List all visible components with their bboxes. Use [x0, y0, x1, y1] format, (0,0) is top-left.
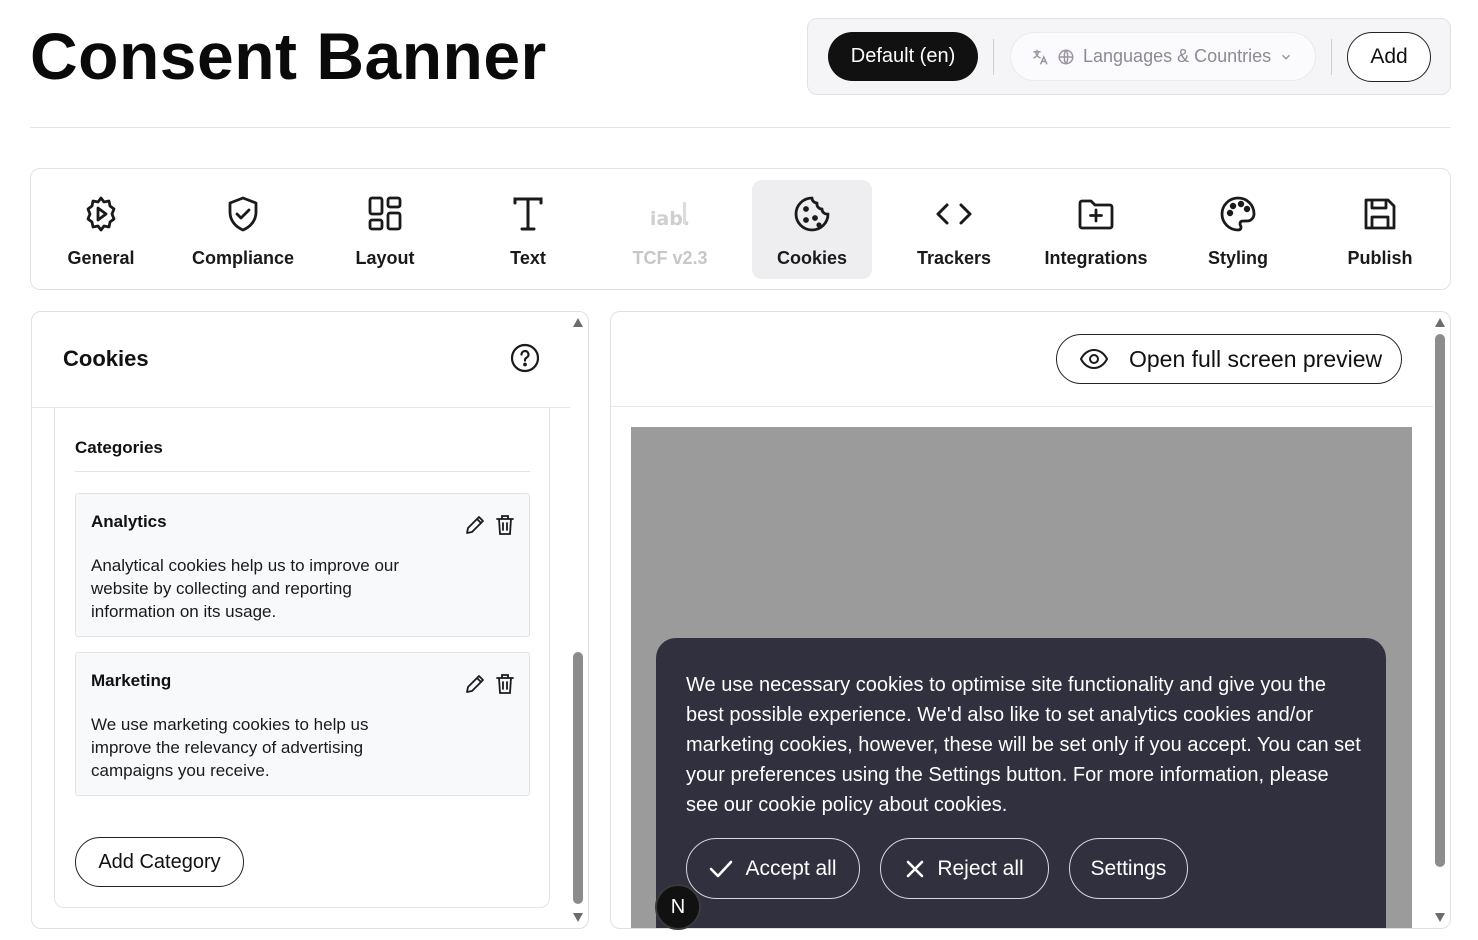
tab-publish[interactable]: Publish — [1320, 180, 1440, 279]
tab-trackers[interactable]: Trackers — [894, 180, 1014, 279]
header-divider — [30, 127, 1451, 128]
palette-icon — [1220, 196, 1256, 232]
tab-label: Text — [510, 248, 546, 268]
scroll-thumb[interactable] — [573, 652, 583, 904]
pencil-icon[interactable] — [464, 514, 486, 536]
pencil-icon[interactable] — [464, 673, 486, 695]
reject-all-label: Reject all — [937, 856, 1024, 880]
tab-general[interactable]: General — [41, 180, 161, 279]
tab-integrations[interactable]: Integrations — [1036, 180, 1156, 279]
languages-countries-label: Languages & Countries — [1083, 46, 1272, 66]
iab-logo-icon: iab. — [650, 202, 690, 230]
scroll-thumb[interactable] — [1435, 334, 1445, 867]
shield-check-icon — [228, 196, 258, 232]
tab-label: TCF v2.3 — [632, 248, 708, 268]
trash-icon[interactable] — [495, 514, 515, 536]
reject-all-button[interactable]: Reject all — [880, 838, 1049, 899]
banner-message: We use necessary cookies to optimise sit… — [686, 674, 1361, 816]
tab-layout[interactable]: Layout — [325, 180, 445, 279]
gear-play-icon — [86, 196, 116, 232]
tab-compliance[interactable]: Compliance — [183, 180, 303, 279]
translate-icon — [1033, 49, 1048, 64]
tab-cookies[interactable]: Cookies — [752, 180, 872, 279]
languages-countries-select[interactable]: Languages & Countries — [1010, 32, 1316, 81]
tab-label: Publish — [1347, 248, 1413, 268]
tab-tcf[interactable]: iab. TCF v2.3 — [610, 180, 730, 279]
category-name: Analytics — [91, 512, 167, 531]
preview-header: Open full screen preview — [611, 312, 1433, 407]
default-language-button[interactable]: Default (en) — [828, 32, 978, 81]
text-icon — [513, 197, 543, 231]
preview-button-label: Open full screen preview — [1129, 345, 1383, 372]
categories-heading: Categories — [75, 438, 163, 457]
scroll-up-arrow[interactable] — [573, 318, 583, 327]
tab-label: Cookies — [776, 248, 848, 268]
category-description: We use marketing cookies to help us impr… — [91, 715, 369, 780]
scrollbar[interactable] — [1433, 312, 1447, 928]
check-icon — [710, 860, 733, 877]
category-name: Marketing — [91, 671, 172, 690]
tab-label: Compliance — [191, 248, 295, 268]
consent-banner: We use necessary cookies to optimise sit… — [656, 638, 1386, 928]
save-icon — [1364, 198, 1396, 230]
chevron-down-icon — [1282, 54, 1291, 60]
language-bar: Default (en) Languages & Countries Add — [807, 18, 1451, 95]
tab-label: Trackers — [916, 248, 992, 268]
divider — [75, 471, 530, 472]
tab-text[interactable]: Text — [468, 180, 588, 279]
layout-grid-icon — [368, 196, 402, 231]
panel-title: Cookies — [63, 346, 149, 371]
n-badge[interactable]: N — [655, 884, 701, 930]
cookie-icon — [794, 196, 830, 232]
preview-panel: Open full screen preview We use necessar… — [610, 311, 1451, 929]
scroll-up-arrow[interactable] — [1435, 318, 1445, 327]
close-icon — [907, 860, 924, 877]
add-category-button[interactable]: Add Category — [75, 837, 244, 887]
category-item: Analytics Analytical cookies help us to … — [75, 493, 530, 637]
help-icon[interactable] — [510, 343, 540, 373]
tab-label: Styling — [1207, 248, 1268, 268]
settings-tabs: General Compliance Layout Text iab. TCF … — [30, 168, 1451, 290]
cookies-panel-header: Cookies — [32, 312, 570, 408]
code-icon — [936, 203, 972, 225]
accept-all-button[interactable]: Accept all — [686, 838, 860, 899]
cookies-panel: Cookies Categories Analytics Analytical … — [31, 311, 589, 929]
settings-button[interactable]: Settings — [1069, 838, 1188, 899]
tab-label: Integrations — [1044, 248, 1148, 268]
add-language-button[interactable]: Add — [1347, 32, 1431, 82]
trash-icon[interactable] — [495, 673, 515, 695]
folder-plus-icon — [1078, 199, 1114, 230]
accept-all-label: Accept all — [745, 856, 837, 880]
scrollbar[interactable] — [571, 312, 585, 928]
scroll-down-arrow[interactable] — [573, 913, 583, 922]
tab-styling[interactable]: Styling — [1178, 180, 1298, 279]
categories-card: Categories Analytics Analytical cookies … — [54, 408, 550, 908]
scroll-down-arrow[interactable] — [1435, 913, 1445, 922]
tab-label: Layout — [355, 248, 415, 268]
open-full-screen-preview-button[interactable]: Open full screen preview — [1056, 334, 1402, 384]
page-title: Consent Banner — [30, 19, 547, 93]
category-description: Analytical cookies help us to improve ou… — [91, 556, 400, 621]
category-item: Marketing We use marketing cookies to he… — [75, 652, 530, 796]
divider — [1331, 39, 1332, 75]
divider — [993, 39, 994, 75]
tab-label: General — [67, 248, 135, 268]
globe-icon — [1058, 49, 1074, 64]
banner-preview-area: We use necessary cookies to optimise sit… — [631, 427, 1412, 928]
eye-icon — [1079, 348, 1109, 370]
